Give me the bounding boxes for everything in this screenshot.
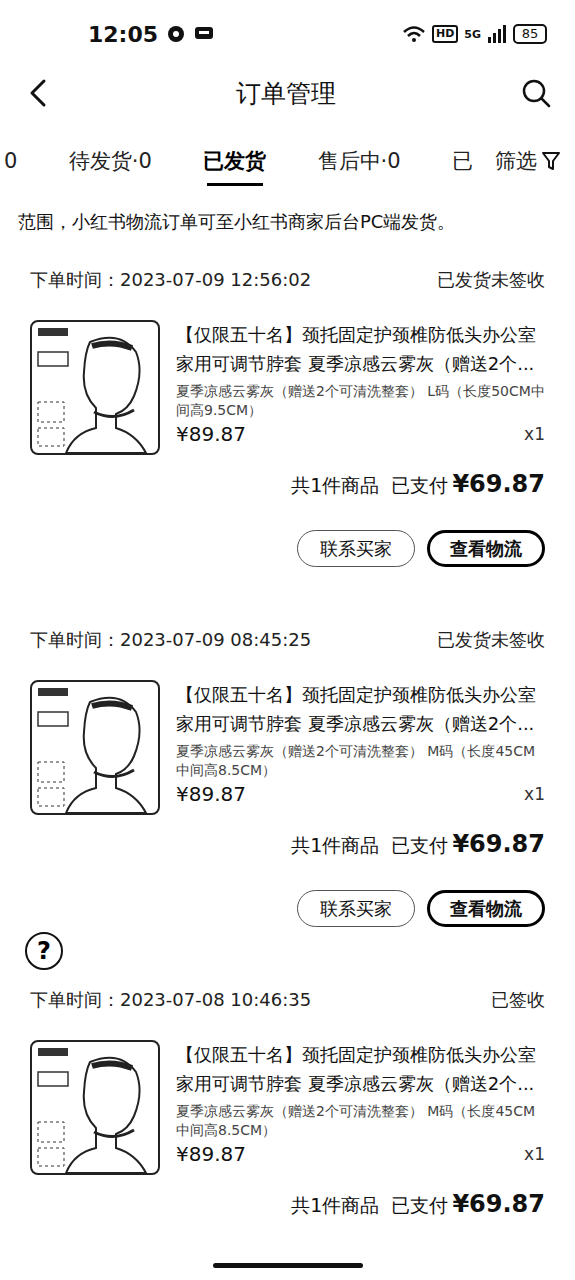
product-info: 【仅限五十名】颈托固定护颈椎防低头办公室家用可调节脖套 夏季凉感云雾灰（赠送2个… [176,1040,545,1175]
order-management-screen: 12:05 HD 5G 85 订单管理 0 待发货·0 已发货售后中·0 已筛选范围，小红书物流… [0,0,575,1280]
tab-bar: 0 待发货·0 已发货售后中·0 已筛选 [0,126,575,196]
order-card[interactable]: 下单时间：2023-07-08 10:46:35 已签收【仅限五十名】颈托固定护颈… [0,970,575,1263]
order-tab[interactable]: 待发货·0 [67,126,154,196]
home-indicator [213,1263,363,1268]
product-thumbnail [30,680,160,815]
order-status: 已签收 [491,988,545,1012]
order-time: 下单时间：2023-07-09 08:45:25 [30,628,311,652]
product-quantity: x1 [524,784,545,804]
order-tab[interactable]: 售后中·0 [316,126,403,196]
product-row: 【仅限五十名】颈托固定护颈椎防低头办公室家用可调节脖套 夏季凉感云雾灰（赠送2个… [30,1040,545,1175]
product-spec: 夏季凉感云雾灰（赠送2个可清洗整套） M码（长度45CM中间高8.5CM） [176,1102,545,1140]
product-spec: 夏季凉感云雾灰（赠送2个可清洗整套） L码（长度50CM中间高9.5CM） [176,382,545,420]
product-info: 【仅限五十名】颈托固定护颈椎防低头办公室家用可调节脖套 夏季凉感云雾灰（赠送2个… [176,680,545,815]
battery-level: 85 [513,24,547,44]
product-quantity: x1 [524,424,545,444]
network-type: 5G [464,28,481,41]
item-count: 共1件商品 [291,833,379,859]
order-action-button[interactable]: 查看物流 [427,530,545,567]
hd-badge: HD [432,25,458,43]
header: 订单管理 [0,60,575,126]
order-tab[interactable]: 已 [450,126,475,196]
product-quantity: x1 [524,1144,545,1164]
product-image [32,322,158,453]
signal-icon [487,25,507,43]
product-title: 【仅限五十名】颈托固定护颈椎防低头办公室家用可调节脖套 夏季凉感云雾灰（赠送2个… [176,320,545,378]
wifi-icon [402,25,426,43]
status-time: 12:05 [88,22,158,47]
order-action-button[interactable]: 联系买家 [297,530,415,567]
product-image [32,1042,158,1173]
page-title: 订单管理 [236,77,336,110]
notification-icon [166,24,186,44]
order-action-button[interactable]: 联系买家 [297,890,415,927]
price-row: ¥89.87 x1 [176,1142,545,1166]
order-time: 下单时间：2023-07-09 12:56:02 [30,268,311,292]
order-status: 已发货未签收 [437,268,545,292]
search-button[interactable] [517,74,555,112]
paid-amount: 已支付¥69.87 [391,830,545,859]
total-row: 共1件商品已支付¥69.87 [30,830,545,860]
total-row: 共1件商品已支付¥69.87 [30,1190,545,1220]
status-bar: 12:05 HD 5G 85 [0,0,575,60]
product-price: ¥89.87 [176,1142,246,1166]
item-count: 共1件商品 [291,1193,379,1219]
notice-text: 范围，小红书物流订单可至小红书商家后台PC端发货。 [0,196,575,248]
product-price: ¥89.87 [176,782,246,806]
help-button[interactable]: ? [25,932,63,970]
order-status: 已发货未签收 [437,628,545,652]
order-tab[interactable]: 0 [2,126,19,196]
order-card[interactable]: 下单时间：2023-07-09 12:56:02 已发货未签收【仅限五十名】颈托固… [0,250,575,610]
search-icon [521,78,551,108]
order-tab[interactable]: 已发货 [201,126,268,196]
filter-button[interactable]: 筛选 [487,126,561,196]
product-thumbnail [30,1040,160,1175]
product-thumbnail [30,320,160,455]
order-time: 下单时间：2023-07-08 10:46:35 [30,988,311,1012]
order-list: 下单时间：2023-07-09 12:56:02已发货未签收【仅限五十名】颈托固… [0,248,575,1263]
message-icon [194,25,214,43]
product-image [32,682,158,813]
product-row: 【仅限五十名】颈托固定护颈椎防低头办公室家用可调节脖套 夏季凉感云雾灰（赠送2个… [30,680,545,815]
action-row: 联系买家查看物流 [30,530,545,567]
product-info: 【仅限五十名】颈托固定护颈椎防低头办公室家用可调节脖套 夏季凉感云雾灰（赠送2个… [176,320,545,455]
action-row: 联系买家查看物流 [30,890,545,927]
paid-amount: 已支付¥69.87 [391,470,545,499]
product-title: 【仅限五十名】颈托固定护颈椎防低头办公室家用可调节脖套 夏季凉感云雾灰（赠送2个… [176,1040,545,1098]
order-header: 下单时间：2023-07-09 08:45:25 已发货未签收 [30,625,545,655]
order-header: 下单时间：2023-07-09 12:56:02 已发货未签收 [30,265,545,295]
price-row: ¥89.87 x1 [176,782,545,806]
paid-amount: 已支付¥69.87 [391,1190,545,1219]
tab-list: 0 待发货·0 已发货售后中·0 已 [0,126,487,196]
order-action-button[interactable]: 查看物流 [427,890,545,927]
order-header: 下单时间：2023-07-08 10:46:35 已签收 [30,985,545,1015]
total-row: 共1件商品已支付¥69.87 [30,470,545,500]
filter-icon [541,150,561,172]
back-arrow-icon [26,78,50,108]
price-row: ¥89.87 x1 [176,422,545,446]
item-count: 共1件商品 [291,473,379,499]
back-button[interactable] [22,74,54,112]
product-title: 【仅限五十名】颈托固定护颈椎防低头办公室家用可调节脖套 夏季凉感云雾灰（赠送2个… [176,680,545,738]
product-price: ¥89.87 [176,422,246,446]
product-row: 【仅限五十名】颈托固定护颈椎防低头办公室家用可调节脖套 夏季凉感云雾灰（赠送2个… [30,320,545,455]
order-card[interactable]: 下单时间：2023-07-09 08:45:25 已发货未签收【仅限五十名】颈托固… [0,610,575,970]
product-spec: 夏季凉感云雾灰（赠送2个可清洗整套） M码（长度45CM中间高8.5CM） [176,742,545,780]
